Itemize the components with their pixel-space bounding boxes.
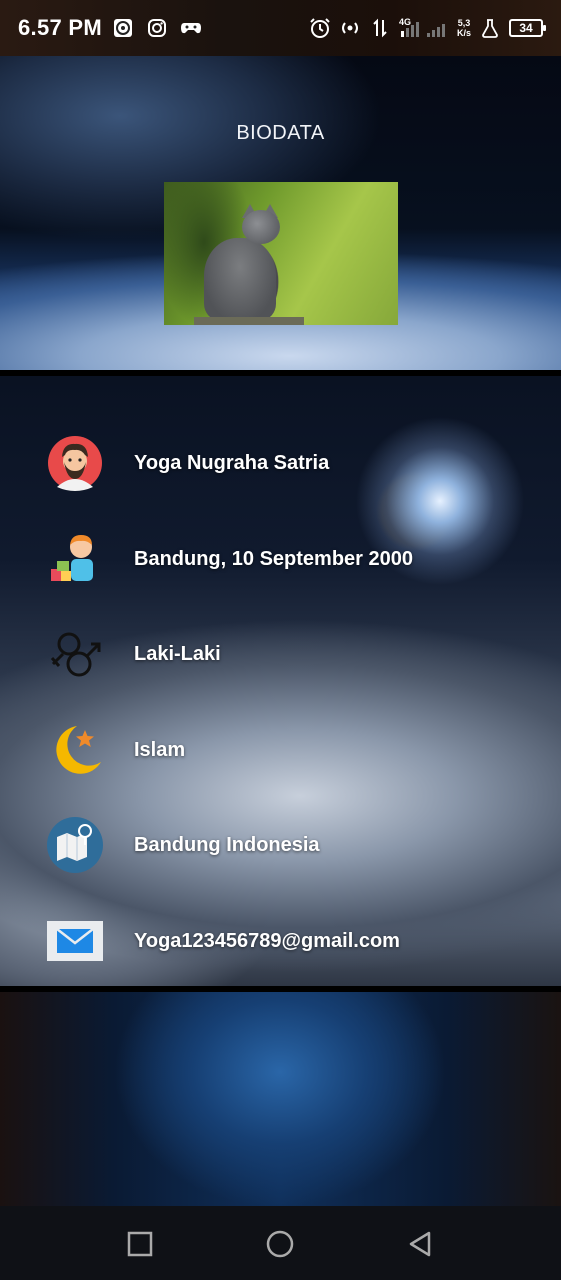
address-text: Bandung Indonesia: [134, 833, 320, 856]
status-time: 6.57 PM: [18, 15, 103, 40]
header-banner: BIODATA: [0, 56, 561, 370]
profile-photo: [164, 182, 398, 325]
signal-icon: 4G: [399, 17, 449, 39]
list-item-birth: Bandung, 10 September 2000: [0, 524, 561, 594]
back-button[interactable]: [406, 1230, 434, 1258]
map-location-icon: [47, 817, 103, 873]
navigation-bar: [0, 1206, 561, 1280]
target-app-icon: [112, 17, 134, 39]
biodata-panel: Yoga Nugraha Satria Bandung, 10 Septembe…: [0, 370, 561, 992]
back-triangle-icon: [409, 1231, 431, 1257]
crescent-star-icon: [47, 722, 103, 778]
data-transfer-icon: [369, 17, 391, 39]
list-item-gender: Laki-Laki: [0, 619, 561, 689]
status-bar: 6.57 PM 4G 5,3 K/s 34: [0, 0, 561, 56]
gamepad-icon: [180, 17, 202, 39]
hotspot-icon: [339, 17, 361, 39]
network-speed-unit: K/s: [456, 28, 471, 38]
child-toys-icon: [47, 531, 103, 587]
cat-body: [204, 238, 276, 320]
person-avatar-icon: [47, 435, 103, 491]
email-text[interactable]: Yoga123456789@gmail.com: [134, 930, 400, 953]
gender-text: Laki-Laki: [134, 642, 221, 665]
page-title: BIODATA: [236, 122, 325, 144]
network-speed-value: 5,3: [457, 18, 471, 28]
list-item-address: Bandung Indonesia: [0, 810, 561, 880]
square-icon: [127, 1231, 153, 1257]
alarm-icon: [309, 17, 331, 39]
religion-text: Islam: [134, 738, 186, 761]
instagram-icon: [146, 17, 168, 39]
email-icon: [47, 913, 103, 969]
list-item-name: Yoga Nugraha Satria: [0, 428, 561, 498]
photo-ground: [194, 317, 304, 325]
lab-flask-icon: [479, 17, 501, 39]
lower-background: [0, 992, 561, 1206]
home-button[interactable]: [266, 1230, 294, 1258]
svg-text:4G: 4G: [399, 17, 411, 27]
cat-head: [242, 210, 280, 244]
gender-symbol-icon: [47, 626, 103, 682]
recents-button[interactable]: [126, 1230, 154, 1258]
birth-text: Bandung, 10 September 2000: [134, 547, 413, 570]
system-icons: 4G 5,3 K/s 34: [309, 17, 546, 39]
notification-icons: [112, 17, 202, 39]
battery-indicator: 34: [509, 19, 546, 37]
circle-icon: [266, 1230, 294, 1258]
name-text: Yoga Nugraha Satria: [134, 451, 330, 474]
list-item-email: Yoga123456789@gmail.com: [0, 906, 561, 976]
network-speed: 5,3 K/s: [457, 18, 471, 38]
list-item-religion: Islam: [0, 715, 561, 785]
